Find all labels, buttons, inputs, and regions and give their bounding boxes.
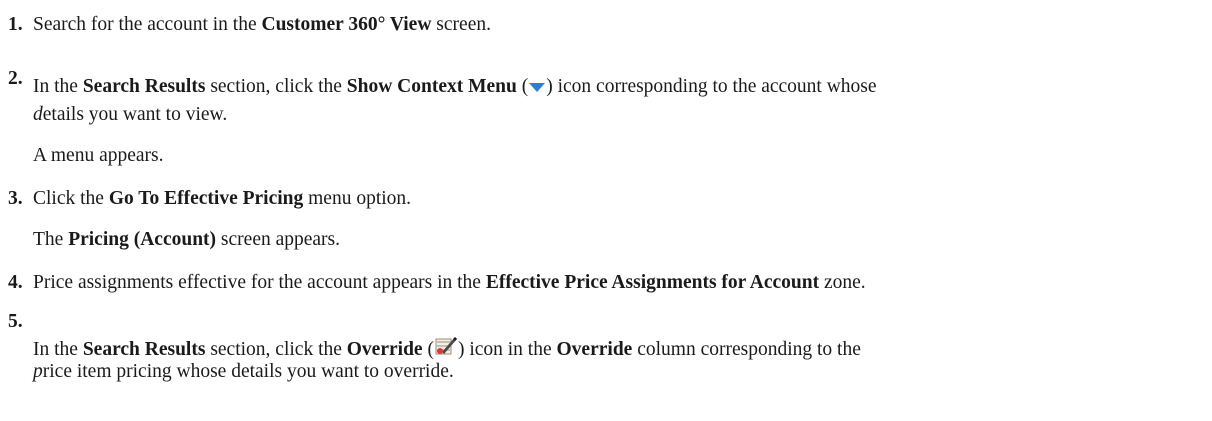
step-text: Price assignments effective for the acco… — [33, 272, 866, 294]
text: screen. — [431, 14, 491, 35]
step-result: The Pricing (Account) screen appears. — [33, 229, 340, 251]
bold-text: Pricing (Account) — [68, 229, 217, 250]
text: menu option. — [303, 188, 412, 209]
text: rice item pricing whose details you want… — [42, 361, 454, 382]
bold-text: Show Context Menu — [346, 76, 517, 97]
step-number: 5. — [8, 311, 23, 332]
bold-text: Go To Effective Pricing — [108, 188, 304, 209]
step-text: Search for the account in the Customer 3… — [33, 14, 491, 36]
text: ) icon corresponding to the account whos… — [546, 76, 877, 97]
override-edit-icon — [434, 333, 458, 363]
bold-text: Search Results — [82, 76, 206, 97]
text: The — [33, 229, 69, 250]
text: In the — [33, 76, 83, 97]
text: zone. — [819, 272, 866, 293]
text: ) icon in the — [457, 339, 557, 360]
italic-text: d — [33, 104, 43, 125]
text: ( — [516, 76, 529, 97]
text: section, click the — [205, 339, 347, 360]
italic-text: p — [33, 361, 43, 382]
step-text: In the Search Results section, click the… — [33, 333, 861, 363]
step-text-continued: details you want to view. — [33, 104, 227, 126]
chevron-down-icon — [528, 77, 546, 99]
bold-text: Effective Price Assignments for Account — [485, 272, 820, 293]
step-text: Click the Go To Effective Pricing menu o… — [33, 188, 411, 210]
step-text-continued: price item pricing whose details you wan… — [33, 361, 454, 383]
text: Price assignments effective for the acco… — [33, 272, 486, 293]
step-number: 2. — [8, 68, 23, 89]
bold-text: Override — [556, 339, 633, 360]
text: section, click the — [205, 76, 347, 97]
bold-text: Customer 360° View — [261, 14, 432, 35]
step-number: 1. — [8, 14, 23, 35]
bold-text: Override — [346, 339, 423, 360]
text: column corresponding to the — [632, 339, 861, 360]
text: ( — [422, 339, 434, 360]
text: screen appears. — [216, 229, 341, 250]
text: Click the — [33, 188, 109, 209]
text: In the — [33, 339, 83, 360]
step-text: In the Search Results section, click the… — [33, 76, 877, 99]
bold-text: Search Results — [82, 339, 206, 360]
step-result: A menu appears. — [33, 145, 164, 166]
text: Search for the account in the — [33, 14, 262, 35]
step-number: 4. — [8, 272, 23, 293]
step-number: 3. — [8, 188, 23, 209]
text: etails you want to view. — [42, 104, 228, 125]
